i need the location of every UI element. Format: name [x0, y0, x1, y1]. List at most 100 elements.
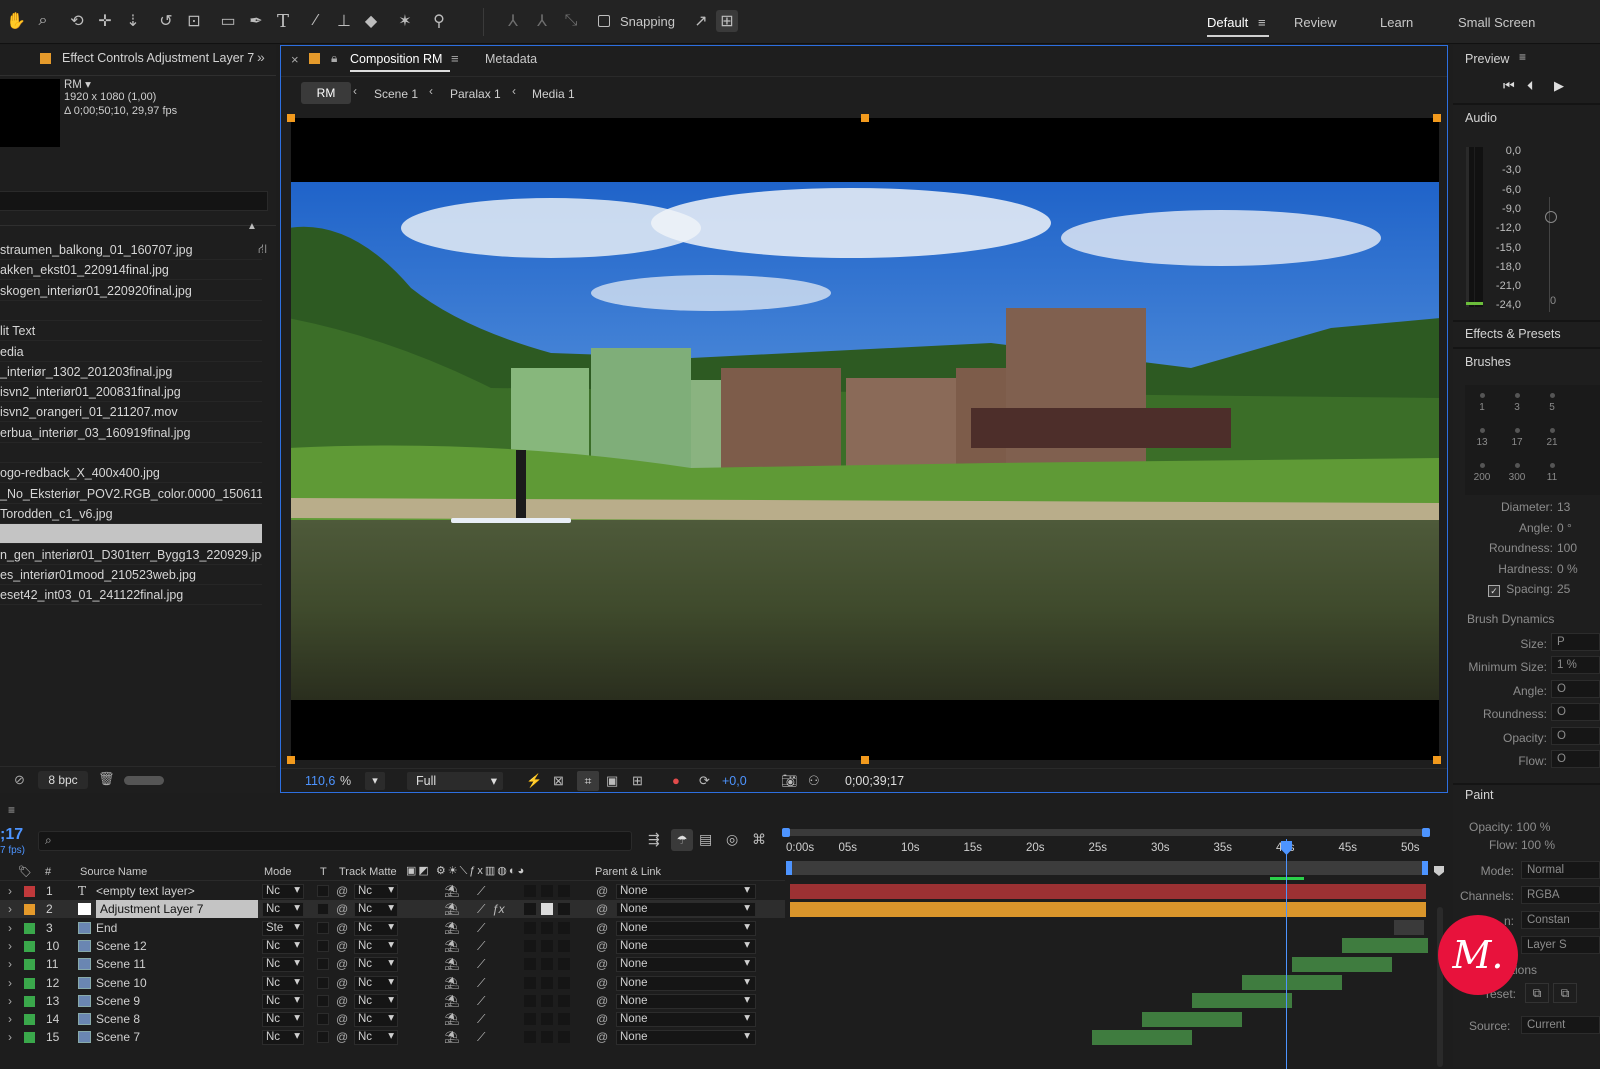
hand-tool-icon[interactable]: ✋	[5, 10, 27, 32]
breadcrumb-paralax-1[interactable]: Paralax 1	[450, 87, 501, 101]
col-source-name[interactable]: Source Name	[80, 866, 147, 878]
layer-mode-dropdown[interactable]: Nc ▾	[262, 1012, 304, 1028]
layer-duration-bar[interactable]	[1192, 993, 1292, 1009]
paint-field-value[interactable]: RGBA	[1521, 886, 1600, 904]
zoom-dropdown-chevron-icon[interactable]: ▾	[365, 772, 385, 790]
expand-chevron-icon[interactable]: ›	[8, 992, 12, 1010]
project-item[interactable]: lit Text	[0, 321, 262, 342]
brush-prop-value[interactable]: 0 °	[1557, 521, 1572, 535]
layer-row[interactable]: › 1 T <empty text layer> Nc ▾ @ Nc ▾ ⛱ ⟋ @ None ▾	[0, 882, 785, 900]
workspace-default[interactable]: Default	[1207, 15, 1248, 30]
matte-source-icon[interactable]: @	[336, 900, 348, 918]
project-item[interactable]: isvn2_interiør01_200831final.jpg	[0, 382, 262, 403]
layer-name[interactable]: End	[96, 919, 117, 937]
layer-label-color[interactable]	[24, 886, 35, 897]
track-matte-dropdown[interactable]: Nc ▾	[354, 975, 398, 991]
expand-chevron-icon[interactable]: ›	[8, 919, 12, 937]
composition-tab[interactable]: Composition RM	[350, 52, 442, 66]
project-item[interactable]: ogo-redback_X_400x400.jpg	[0, 463, 262, 484]
parent-dropdown[interactable]: None ▾	[616, 975, 756, 991]
work-area-end-handle[interactable]	[1422, 828, 1430, 837]
project-item[interactable]: erbua_interiør_03_160919final.jpg	[0, 423, 262, 443]
brush-tip[interactable]: 300	[1500, 457, 1534, 491]
paint-opacity[interactable]: Opacity: 100 %	[1469, 820, 1550, 834]
project-item[interactable]: edia	[0, 342, 262, 362]
parent-dropdown[interactable]: None ▾	[616, 902, 756, 918]
show-snapshot-icon[interactable]: ⚇	[808, 773, 820, 789]
project-item[interactable]: akken_ekst01_220914final.jpg	[0, 260, 262, 281]
adjustment-layer-switch[interactable]	[541, 976, 553, 989]
track-matte-dropdown[interactable]: Nc ▾	[354, 993, 398, 1009]
motion-blur-icon[interactable]: ◎	[726, 831, 738, 848]
frame-handle[interactable]	[287, 114, 295, 122]
brush-tip[interactable]: 11	[1535, 457, 1569, 491]
brush-prop-value[interactable]: 25	[1557, 582, 1570, 596]
brush-tool-icon[interactable]: ⁄	[305, 10, 327, 32]
dynamics-field[interactable]: O	[1551, 703, 1600, 722]
brush-tip[interactable]: 1	[1465, 387, 1499, 421]
layer-row[interactable]: › 11 Scene 11 Nc ▾ @ Nc ▾ ⛱ ⟋ @ None ▾	[0, 955, 785, 973]
panel-overflow-icon[interactable]: »	[257, 49, 265, 65]
layer-label-color[interactable]	[24, 940, 35, 952]
dynamics-field[interactable]: O	[1551, 750, 1600, 768]
adjustment-layer-switch[interactable]	[541, 921, 553, 934]
layer-mode-dropdown[interactable]: Nc ▾	[262, 1030, 304, 1046]
quality-switch-icon[interactable]: ⟋	[477, 1010, 485, 1028]
puppet-pin-icon[interactable]: ⚲	[428, 10, 450, 32]
3d-layer-switch[interactable]	[558, 903, 570, 916]
layer-duration-bar[interactable]	[790, 901, 1426, 917]
dolly-camera-icon[interactable]: ⇣	[122, 10, 144, 32]
adjustment-layer-switch[interactable]	[541, 885, 553, 897]
timeline-search-input[interactable]: ⌕	[38, 831, 632, 851]
layer-row[interactable]: › 10 Scene 12 Nc ▾ @ Nc ▾ ⛱ ⟋ @ None ▾	[0, 937, 785, 955]
layer-name[interactable]: Scene 8	[96, 1010, 140, 1028]
snap-grid-icon[interactable]: ⊞	[716, 10, 738, 32]
project-item[interactable]: straumen_balkong_01_160707.jpg	[0, 240, 262, 260]
quality-switch-icon[interactable]: ⟋	[477, 1028, 485, 1046]
zoom-tool-icon[interactable]: ⌕	[32, 10, 54, 32]
preserve-transparency-toggle[interactable]	[317, 921, 329, 934]
preserve-transparency-toggle[interactable]	[317, 1013, 329, 1026]
pan-camera-icon[interactable]: ✛	[94, 10, 116, 32]
graph-editor-icon[interactable]: ⌘	[752, 831, 766, 848]
type-tool-icon[interactable]: T	[272, 10, 294, 32]
quality-switch-icon[interactable]: ⟋	[477, 955, 485, 973]
time-navigator[interactable]	[786, 861, 1428, 875]
pick-whip-icon[interactable]: @	[596, 1010, 608, 1028]
layer-row[interactable]: › 3 End Ste ▾ @ Nc ▾ ⛱ ⟋ @ None ▾	[0, 919, 785, 937]
project-item[interactable]: n_gen_interiør01_D301terr_Bygg13_220929.…	[0, 545, 262, 565]
frame-handle[interactable]	[861, 756, 869, 764]
paint-field-value[interactable]: Constan	[1521, 911, 1600, 929]
dynamics-field[interactable]: O	[1551, 726, 1600, 745]
adjustment-layer-switch[interactable]	[541, 1031, 553, 1044]
trash-icon[interactable]: 🗑	[98, 771, 115, 787]
expand-chevron-icon[interactable]: ›	[8, 900, 12, 918]
preserve-transparency-toggle[interactable]	[317, 903, 329, 916]
color-channels-icon[interactable]: ●	[672, 773, 680, 788]
track-matte-dropdown[interactable]: Nc ▾	[354, 1012, 398, 1028]
interpret-footage-icon[interactable]: ⊘	[14, 772, 25, 788]
pick-whip-icon[interactable]: @	[596, 919, 608, 937]
dynamics-field[interactable]: 1 %	[1551, 656, 1600, 675]
layer-name[interactable]: Scene 9	[96, 992, 140, 1010]
layer-label-color[interactable]	[24, 959, 35, 971]
motion-blur-switch[interactable]	[524, 994, 536, 1007]
track-matte-dropdown[interactable]: Nc ▾	[354, 938, 398, 954]
shy-switch-icon[interactable]: ⛱	[444, 1010, 459, 1028]
first-frame-icon[interactable]: ⏮	[1503, 78, 1515, 94]
layer-mode-dropdown[interactable]: Nc ▾	[262, 975, 304, 991]
source-field[interactable]: Current	[1521, 1016, 1600, 1034]
frame-blending-icon[interactable]: ▤	[699, 831, 712, 848]
panel-menu-icon[interactable]: ≡	[1519, 50, 1526, 64]
project-item[interactable]: isvn2_orangeri_01_211207.mov	[0, 402, 262, 423]
work-area-start-handle[interactable]	[782, 828, 790, 837]
quality-switch-icon[interactable]: ⟋	[477, 919, 485, 937]
project-item[interactable]: skogen_interiør01_220920final.jpg	[0, 281, 262, 301]
grid-guides-icon[interactable]: ⊞	[632, 773, 643, 789]
breadcrumb-media-1[interactable]: Media 1	[532, 87, 575, 101]
pen-tool-icon[interactable]: ✒	[245, 10, 267, 32]
rotation-tool-icon[interactable]: ↺	[155, 10, 177, 32]
spacing-checkbox[interactable]: ✓	[1488, 585, 1500, 597]
frame-handle[interactable]	[1433, 756, 1441, 764]
motion-blur-switch[interactable]	[524, 939, 536, 952]
